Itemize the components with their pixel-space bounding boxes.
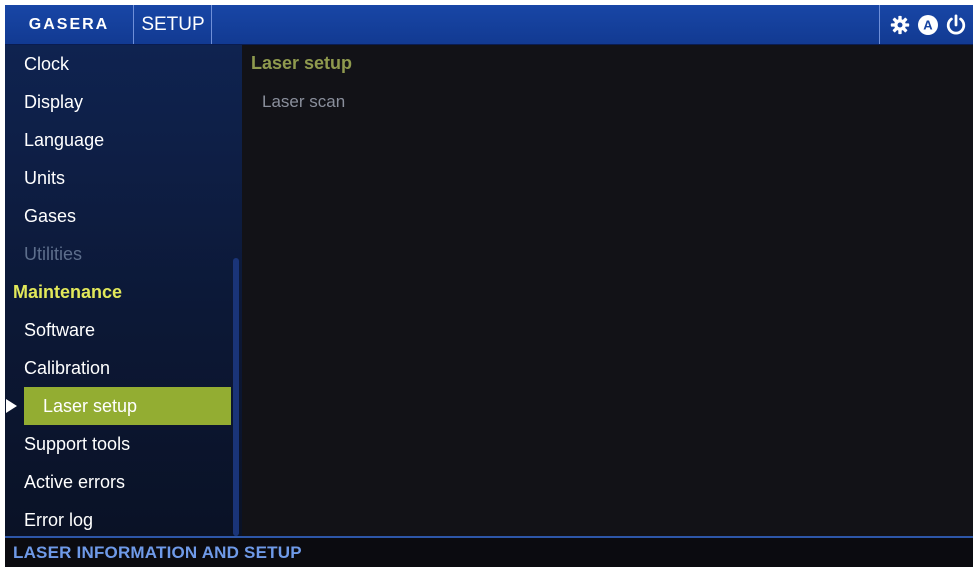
- status-text: LASER INFORMATION AND SETUP: [13, 543, 302, 562]
- sidebar-item-label: Calibration: [24, 358, 111, 378]
- selection-arrow-icon: [6, 399, 17, 413]
- sidebar-scrollbar[interactable]: [233, 258, 239, 536]
- header-icons: A: [879, 5, 973, 44]
- sidebar-item-label: Units: [24, 168, 66, 188]
- sidebar-item-label: Gases: [24, 206, 77, 226]
- sidebar-item-units[interactable]: Units: [5, 159, 231, 197]
- status-bar: LASER INFORMATION AND SETUP: [5, 536, 973, 567]
- sidebar-item-error-log[interactable]: Error log: [5, 501, 231, 539]
- sidebar-item-label: Laser setup: [43, 396, 138, 416]
- auto-mode-icon[interactable]: A: [917, 14, 939, 36]
- sidebar-item-label: Software: [24, 320, 96, 340]
- sidebar-item-label: Maintenance: [13, 282, 123, 302]
- sidebar-section-maintenance: Maintenance: [5, 273, 231, 311]
- top-bar: GASERA SETUP A: [5, 5, 973, 45]
- app-window: GASERA SETUP A Clock Display Language Un…: [5, 5, 973, 567]
- sidebar-item-support-tools[interactable]: Support tools: [5, 425, 231, 463]
- sidebar-item-label: Support tools: [24, 434, 131, 454]
- brand-logo: GASERA: [5, 5, 134, 44]
- sidebar-item-label: Error log: [24, 510, 94, 530]
- sidebar: Clock Display Language Units Gases Utilities M…: [5, 45, 242, 536]
- content-title: Laser setup: [251, 53, 353, 73]
- sidebar-item-language[interactable]: Language: [5, 121, 231, 159]
- page-title: SETUP: [135, 5, 212, 44]
- sidebar-item-label: Active errors: [24, 472, 126, 492]
- sidebar-item-label: Utilities: [24, 244, 83, 264]
- sidebar-item-laser-setup[interactable]: Laser setup: [6, 387, 231, 425]
- sidebar-item-label: Language: [24, 130, 105, 150]
- sidebar-item-utilities: Utilities: [5, 235, 231, 273]
- sidebar-item-calibration[interactable]: Calibration: [5, 349, 231, 387]
- sidebar-item-label: Clock: [24, 54, 70, 74]
- content-panel: Laser setup Laser scan: [242, 45, 973, 536]
- sidebar-item-software[interactable]: Software: [5, 311, 231, 349]
- gear-icon[interactable]: [890, 15, 910, 35]
- sidebar-item-gases[interactable]: Gases: [5, 197, 231, 235]
- sidebar-item-label: Display: [24, 92, 84, 112]
- power-icon[interactable]: [945, 13, 967, 36]
- content-item-laser-scan[interactable]: Laser scan: [262, 92, 345, 112]
- auto-mode-letter: A: [923, 17, 933, 32]
- sidebar-menu: Clock Display Language Units Gases Utilities M…: [5, 45, 231, 539]
- sidebar-item-display[interactable]: Display: [5, 83, 231, 121]
- sidebar-item-active-errors[interactable]: Active errors: [5, 463, 231, 501]
- sidebar-item-clock[interactable]: Clock: [5, 45, 231, 83]
